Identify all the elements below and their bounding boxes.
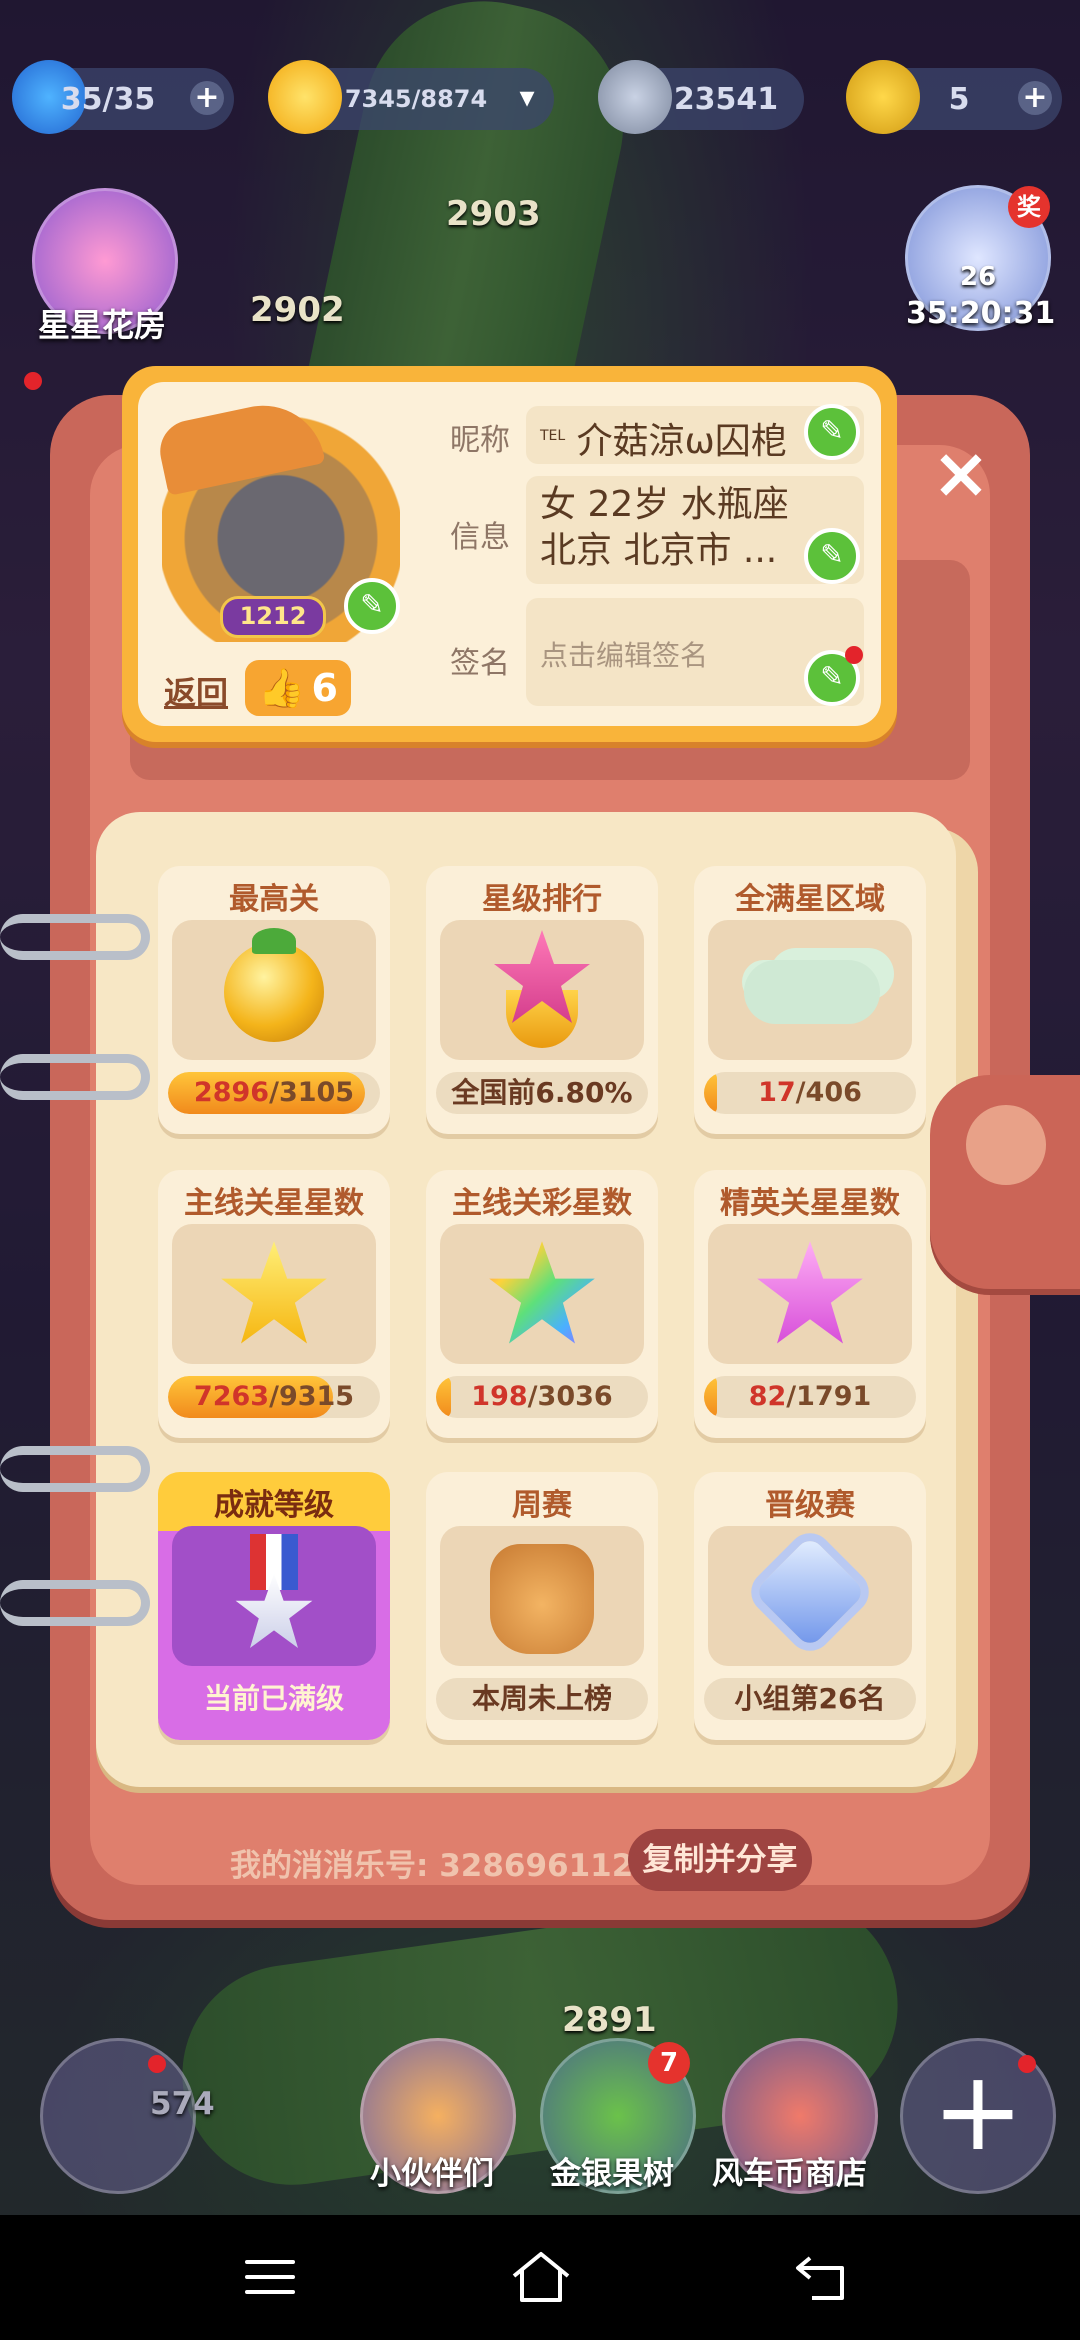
notification-dot <box>148 2055 166 2073</box>
nickname-prefix: TEL <box>540 428 566 444</box>
home-icon[interactable] <box>506 2242 576 2312</box>
stat-achievement-level[interactable]: 成就等级 当前已满级 <box>158 1472 390 1740</box>
star-counter[interactable]: 7345/8874 ▾ <box>268 60 554 134</box>
binder-ring <box>0 1054 150 1100</box>
add-energy-button[interactable]: + <box>190 81 224 115</box>
back-icon[interactable] <box>788 2242 858 2312</box>
avatar-level-badge: 1212 <box>220 596 326 638</box>
crystal-shape <box>753 1535 867 1649</box>
stat-title: 成就等级 <box>214 1488 334 1523</box>
event-level: 26 <box>960 262 997 292</box>
progress-text: 198/3036 <box>471 1381 613 1412</box>
account-id: 我的消消乐号: 328696112 <box>230 1848 634 1884</box>
binder-ring <box>0 1446 150 1492</box>
medal-star <box>235 1573 313 1648</box>
stat-text: 小组第26名 <box>704 1678 916 1720</box>
stat-title: 星级排行 <box>482 882 602 917</box>
golden-fruit-shape <box>224 942 324 1042</box>
fruit-leaf <box>252 928 296 954</box>
energy-counter[interactable]: 35/35 + <box>12 60 234 134</box>
cloud-shape <box>744 960 880 1024</box>
stat-title: 主线关彩星数 <box>452 1186 632 1221</box>
stat-main-stars[interactable]: 主线关星星数 7263/9315 <box>158 1170 390 1438</box>
add-windmill-coin-button[interactable]: + <box>1018 81 1052 115</box>
pink-star <box>757 1241 863 1344</box>
stat-title: 全满星区域 <box>735 882 885 917</box>
stat-text: 全国前6.80% <box>436 1072 648 1114</box>
crystal-badge-icon <box>708 1526 912 1666</box>
windmill-shop-label: 风车币商店 <box>712 2156 867 2192</box>
cat-cookie-shape <box>490 1544 594 1654</box>
stat-text: 本周未上榜 <box>436 1678 648 1720</box>
stat-title: 精英关星星数 <box>720 1186 900 1221</box>
progress-bar: 82/1791 <box>704 1376 916 1418</box>
event-timer: 35:20:31 <box>906 296 1056 331</box>
pink-star-icon <box>708 1224 912 1364</box>
progress-bar: 2896/3105 <box>168 1072 380 1114</box>
info-label: 信息 <box>450 520 510 555</box>
back-link[interactable]: 返回 <box>164 668 228 714</box>
rainbow-star-icon <box>440 1224 644 1364</box>
notification-dot <box>845 646 863 664</box>
signature-label: 签名 <box>450 646 510 681</box>
stat-text: 当前已满级 <box>203 1682 344 1715</box>
stat-elite-stars[interactable]: 精英关星星数 82/1791 <box>694 1170 926 1438</box>
stat-star-ranking[interactable]: 星级排行 全国前6.80% <box>426 866 658 1134</box>
progress-bar: 198/3036 <box>436 1376 648 1418</box>
notification-dot <box>24 372 42 390</box>
stat-promotion-match[interactable]: 晋级赛 小组第26名 <box>694 1472 926 1740</box>
stat-title: 晋级赛 <box>765 1488 855 1523</box>
like-count: 6 <box>311 666 338 710</box>
progress-text: 7263/9315 <box>193 1381 355 1412</box>
nickname-value: 介菇涼ω囚梎 <box>576 421 787 462</box>
friends-label: 小伙伴们 <box>370 2156 494 2192</box>
edit-avatar-button[interactable]: ✎ <box>344 578 400 634</box>
menu-value: 574 <box>150 2086 215 2122</box>
gold-star-icon <box>172 1224 376 1364</box>
coin-counter[interactable]: 23541 <box>598 60 804 134</box>
stat-weekly-match[interactable]: 周赛 本周未上榜 <box>426 1472 658 1740</box>
stat-full-star-areas[interactable]: 全满星区域 17/406 <box>694 866 926 1134</box>
stat-title: 周赛 <box>512 1488 572 1523</box>
stat-title: 最高关 <box>229 882 319 917</box>
chevron-down-icon[interactable]: ▾ <box>510 81 544 115</box>
stat-main-rainbow-stars[interactable]: 主线关彩星数 198/3036 <box>426 1170 658 1438</box>
medal-icon <box>172 1526 376 1666</box>
progress-bar: 7263/9315 <box>168 1376 380 1418</box>
windmill-coin-counter[interactable]: 5 + <box>846 60 1062 134</box>
info-line-1: 女 22岁 水瓶座 <box>540 484 789 525</box>
nickname-label: 昵称 <box>450 423 510 458</box>
progress-text: 82/1791 <box>748 1381 872 1412</box>
like-button[interactable]: 👍 6 <box>245 660 351 716</box>
notification-dot <box>1018 2055 1036 2073</box>
progress-text: 2896/3105 <box>193 1077 355 1108</box>
binder-ring <box>0 914 150 960</box>
cloud-icon <box>708 920 912 1060</box>
star-garden-label: 星星花房 <box>38 306 167 344</box>
fruit-tree-badge: 7 <box>648 2042 690 2084</box>
map-level-number: 2903 <box>446 194 541 234</box>
fruit-tree-label: 金银果树 <box>550 2156 674 2192</box>
thumbs-up-icon: 👍 <box>258 665 306 710</box>
cat-cookie-icon <box>440 1526 644 1666</box>
stat-title: 主线关星星数 <box>184 1186 364 1221</box>
clasp-button <box>966 1105 1046 1185</box>
progress-bar: 17/406 <box>704 1072 916 1114</box>
map-level-number: 2891 <box>562 2000 657 2040</box>
golden-fruit-icon <box>172 920 376 1060</box>
menu-icon[interactable] <box>235 2242 305 2312</box>
stat-highest-level[interactable]: 最高关 2896/3105 <box>158 866 390 1134</box>
trophy-star-icon <box>440 920 644 1060</box>
binder-ring <box>0 1580 150 1626</box>
close-icon[interactable]: × <box>925 438 997 512</box>
progress-text: 17/406 <box>758 1077 862 1108</box>
copy-share-button[interactable]: 复制并分享 <box>628 1829 812 1891</box>
rainbow-star <box>489 1241 595 1344</box>
edit-nickname-button[interactable]: ✎ <box>804 404 860 460</box>
gold-star <box>221 1241 327 1344</box>
reward-badge: 奖 <box>1008 186 1050 228</box>
signature-placeholder: 点击编辑签名 <box>540 639 709 672</box>
map-level-number: 2902 <box>250 290 345 330</box>
edit-info-button[interactable]: ✎ <box>804 528 860 584</box>
